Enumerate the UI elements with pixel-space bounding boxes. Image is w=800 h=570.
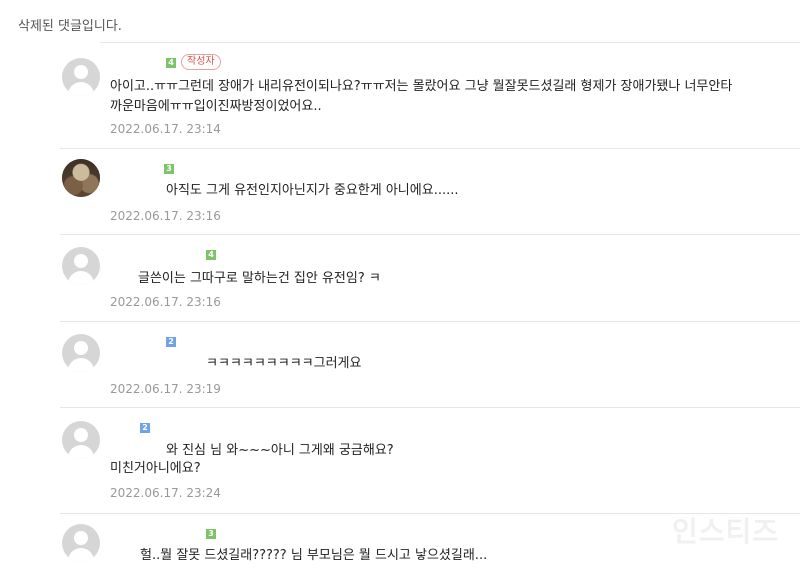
comment-text: 아이고..ㅠㅠ그런데 장애가 내리유전이되나요?ㅠㅠ저는 몰랐어요 그냥 뭘잘못… bbox=[110, 79, 733, 94]
comment-item: 2 와 진심 님 와~~~아니 그게왜 궁금해요? 미친거아니에요? 2022.… bbox=[60, 407, 800, 514]
level-badge: 3 bbox=[164, 164, 174, 174]
level-badge: 2 bbox=[166, 337, 176, 347]
comment-item: 2 ㅋㅋㅋㅋㅋㅋㅋㅋㅋ그러게요 2022.06.17. 23:19 bbox=[60, 321, 800, 408]
comment-date: 2022.06.17. 23:19 bbox=[110, 382, 221, 396]
comment-date: 2022.06.17. 23:24 bbox=[110, 486, 221, 500]
avatar[interactable] bbox=[62, 334, 100, 372]
avatar[interactable] bbox=[62, 247, 100, 285]
level-badge: 3 bbox=[206, 529, 216, 539]
comment-text: 헐..뭘 잘못 드셨길래????? 님 부모님은 뭘 드시고 낳으셨길래... bbox=[140, 548, 488, 563]
comment-date: 2022.06.17. 23:16 bbox=[110, 209, 221, 223]
comment-text: 와 진심 님 와~~~아니 그게왜 궁금해요? bbox=[166, 443, 394, 458]
comment-item: 3 아직도 그게 유전인지아닌지가 중요한게 아니에요...... 2022.0… bbox=[60, 148, 800, 235]
avatar[interactable] bbox=[62, 159, 100, 197]
comment-text: 까운마음에ㅠㅠ입이진짜방정이었어요.. bbox=[110, 99, 322, 114]
comment-text: 미친거아니에요? bbox=[110, 461, 201, 476]
comment-item: 4 작성자 아이고..ㅠㅠ그런데 장애가 내리유전이되나요?ㅠㅠ저는 몰랐어요 … bbox=[60, 42, 800, 149]
comment-text: ㅋㅋㅋㅋㅋㅋㅋㅋㅋ그러게요 bbox=[206, 356, 362, 371]
comment-date: 2022.06.17. 23:16 bbox=[110, 295, 221, 309]
author-badge: 작성자 bbox=[181, 54, 221, 70]
site-watermark: 인스티즈 bbox=[672, 515, 780, 548]
level-badge: 4 bbox=[206, 250, 216, 260]
deleted-comment-notice: 삭제된 댓글입니다. bbox=[18, 19, 122, 34]
level-badge: 2 bbox=[140, 423, 150, 433]
comment-text: 아직도 그게 유전인지아닌지가 중요한게 아니에요...... bbox=[166, 183, 459, 198]
comment-item: 4 글쓴이는 그따구로 말하는건 집안 유전임? ㅋ 2022.06.17. 2… bbox=[60, 234, 800, 322]
avatar[interactable] bbox=[62, 524, 100, 562]
comment-date: 2022.06.17. 23:14 bbox=[110, 122, 221, 136]
avatar[interactable] bbox=[62, 58, 100, 96]
level-badge: 4 bbox=[166, 58, 176, 68]
avatar[interactable] bbox=[62, 421, 100, 459]
comment-text: 글쓴이는 그따구로 말하는건 집안 유전임? ㅋ bbox=[138, 271, 381, 286]
